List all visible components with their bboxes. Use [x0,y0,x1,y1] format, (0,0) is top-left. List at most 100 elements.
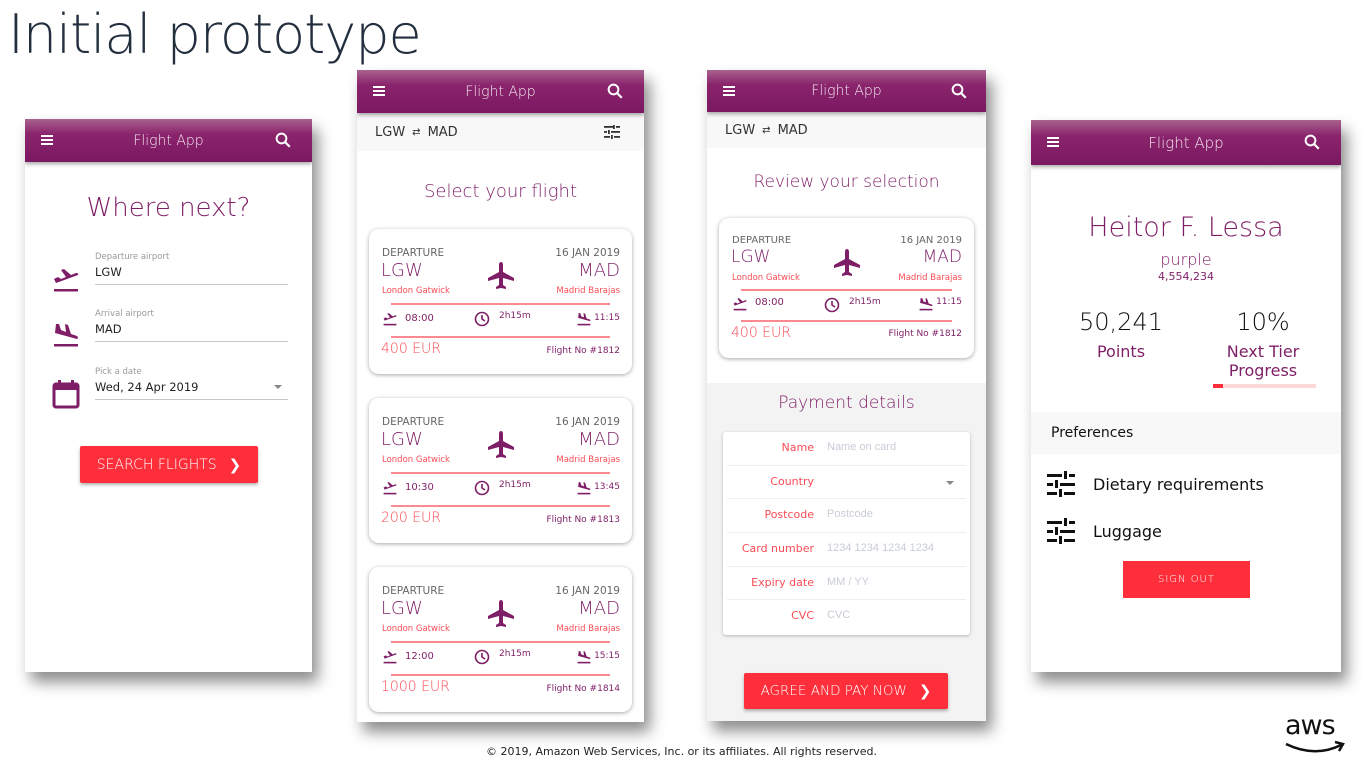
route-bar: LGW ⇄ MAD [707,112,986,148]
postcode-label: Postcode [764,508,814,522]
departure-airport-label: Departure airport [95,252,170,262]
flight-takeoff-icon [383,482,397,495]
tune-icon [1047,518,1075,544]
country-label: Country [770,474,814,488]
flight-land-icon [577,651,591,664]
departure-label: DEPARTURE [382,247,445,259]
sign-out-button[interactable]: SIGN OUT [1123,561,1250,598]
flight-card[interactable]: DEPARTURE 16 JAN 2019 LGW MAD London Gatwick… [369,229,632,374]
app-bar: Flight App [25,119,312,162]
progress-value: 10% [1236,308,1290,336]
screen-profile: Flight App Heitor F. Lessa purple 4,554,… [1031,120,1341,672]
preference-item-dietary[interactable]: Dietary requirements [1047,469,1325,499]
swap-icon[interactable]: ⇄ [762,125,770,136]
airplane-icon [833,249,860,276]
destination-name: Madrid Barajas [898,273,962,283]
expiry-date-input[interactable] [827,575,967,588]
cvc-label: CVC [791,609,814,623]
divider [741,320,952,322]
airplane-icon [487,431,514,458]
destination-name: Madrid Barajas [556,624,620,634]
name-label: Name [781,441,814,454]
dropdown-arrow-icon[interactable] [274,385,282,389]
origin-name: London Gatwick [382,624,450,634]
country-select[interactable] [827,475,957,491]
flight-takeoff-icon [383,651,397,664]
copyright-footer: © 2019, Amazon Web Services, Inc. or its… [486,745,877,758]
screen-select-flight: Flight App LGW ⇄ MAD Select your flight … [357,70,644,722]
destination-name: Madrid Barajas [556,286,620,296]
departure-airport-value[interactable]: LGW [95,265,122,279]
departure-time: 12:00 [405,651,434,662]
date-picker-field[interactable]: Pick a date Wed, 24 Apr 2019 [95,367,288,400]
swap-icon[interactable]: ⇄ [412,127,420,138]
flight-card[interactable]: DEPARTURE 16 JAN 2019 LGW MAD London Gatwick… [369,567,632,712]
clock-icon [474,480,490,496]
flight-land-icon [54,324,78,347]
search-icon[interactable] [274,131,292,149]
menu-icon[interactable] [1047,137,1059,147]
arrival-time: 11:15 [936,297,962,307]
name-input[interactable] [827,441,967,453]
arrival-airport-field[interactable]: Arrival airport MAD [95,309,288,342]
card-number-input[interactable] [827,542,967,555]
payment-form: Name Country Postcode Card number Expiry dat… [723,432,970,635]
origin-code: LGW [731,247,771,267]
tune-icon [1047,471,1075,497]
aws-smile-icon [1285,740,1345,753]
departure-label: DEPARTURE [732,235,792,246]
tier-name: purple [1160,250,1212,269]
app-title: Flight App [811,83,882,99]
app-bar: Flight App [1031,120,1341,165]
selected-flight-card: DEPARTURE 16 JAN 2019 LGW MAD London Gat… [719,218,974,358]
points-value: 50,241 [1079,308,1163,336]
route-origin: LGW [375,124,406,140]
menu-icon[interactable] [723,86,735,96]
origin-code: LGW [381,598,423,619]
preferences-header: Preferences [1031,412,1341,454]
payment-row-cvc: CVC [727,600,967,634]
search-icon[interactable] [950,82,968,100]
menu-icon[interactable] [373,86,385,96]
flight-price: 400 EUR [381,341,441,357]
flight-number: Flight No #1814 [546,684,620,694]
flight-duration: 2h15m [849,297,881,307]
postcode-input[interactable] [827,508,967,521]
chevron-right-icon: ❯ [918,682,932,700]
search-icon[interactable] [606,82,624,100]
preference-item-luggage[interactable]: Luggage [1047,516,1325,546]
search-flights-button[interactable]: SEARCH FLIGHTS ❯ [80,446,258,483]
search-icon[interactable] [1303,133,1321,151]
menu-icon[interactable] [41,135,53,145]
page-heading: Review your selection [753,172,940,192]
divider [741,289,952,291]
origin-code: LGW [381,429,423,450]
arrival-airport-value[interactable]: MAD [95,322,122,336]
destination-code: MAD [922,247,962,267]
flight-takeoff-icon [733,298,747,311]
destination-code: MAD [578,429,620,450]
divider [391,303,610,305]
dropdown-arrow-icon[interactable] [946,480,954,485]
expiry-date-label: Expiry date [751,575,814,589]
agree-and-pay-button[interactable]: AGREE AND PAY NOW ❯ [744,673,948,709]
search-flights-label: SEARCH FLIGHTS [96,456,217,473]
flight-date: 16 JAN 2019 [555,247,620,259]
flight-land-icon [577,482,591,495]
slide-title: Initial prototype [8,3,422,66]
page-heading: Where next? [86,193,251,223]
flight-card[interactable]: DEPARTURE 16 JAN 2019 LGW MAD London Gatwick… [369,398,632,543]
cvc-input[interactable] [827,609,967,622]
departure-time: 10:30 [405,482,434,493]
filter-tune-icon[interactable] [604,125,620,139]
payment-row-postcode: Postcode [727,499,967,534]
flight-takeoff-icon [54,269,79,292]
flight-price: 1000 EUR [381,679,450,695]
preference-label: Dietary requirements [1093,474,1264,494]
divider [391,505,610,507]
flight-land-icon [577,313,591,326]
next-tier-progress-bar [1213,384,1316,388]
departure-airport-field[interactable]: Departure airport LGW [95,252,288,285]
divider [391,641,610,643]
date-picker-value[interactable]: Wed, 24 Apr 2019 [95,380,199,394]
